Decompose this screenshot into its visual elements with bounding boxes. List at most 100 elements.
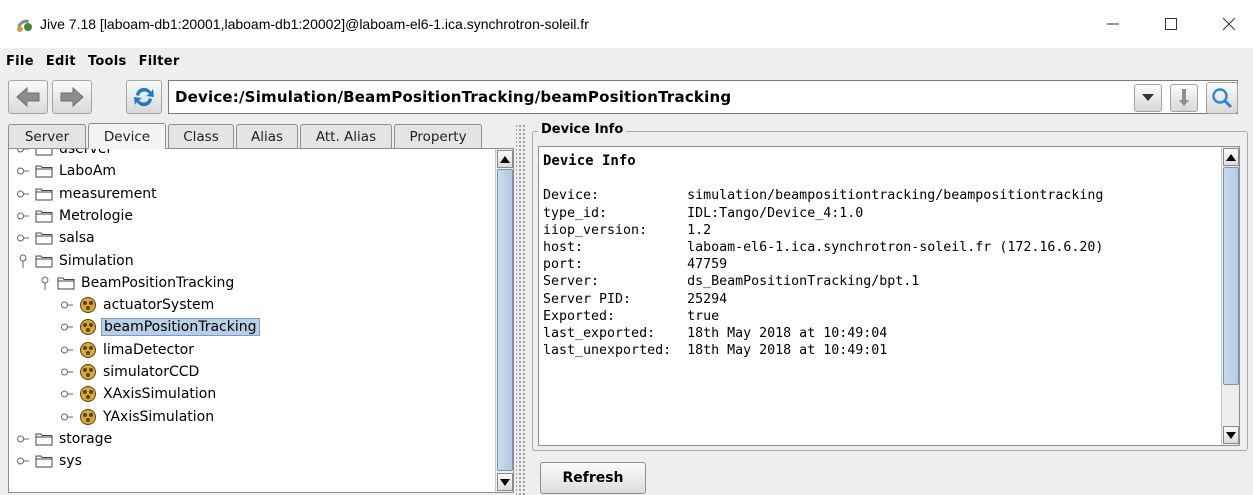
expand-handle-icon[interactable] [61,299,73,311]
tree-item-beampositiontracking[interactable]: BeamPositionTracking [39,272,236,294]
info-field-value: 25294 [687,291,728,307]
expand-handle-icon[interactable] [17,149,29,155]
tree-item-label: BeamPositionTracking [81,274,235,291]
tree-item-beampositiontracking[interactable]: beamPositionTracking [61,316,260,338]
tree-item-sys[interactable]: sys [17,450,84,472]
tab-property[interactable]: Property [394,124,482,148]
folder-icon [35,187,53,201]
info-field-row: last_unexported: 18th May 2018 at 10:49:… [543,342,1219,359]
info-field-row: host: laboam-el6-1.ica.synchrotron-solei… [543,239,1219,256]
back-button[interactable] [8,80,48,114]
info-field-row: last_exported: 18th May 2018 at 10:49:04 [543,325,1219,342]
scroll-up-button[interactable] [497,150,513,168]
tree-scroll-thumb[interactable] [497,169,513,471]
expand-handle-icon[interactable] [17,232,29,244]
device-tree: dserver LaboAm measurement Metrologie salsa S… [9,149,494,492]
expand-handle-icon[interactable] [61,366,73,378]
tree-item-xaxissimulation[interactable]: XAxisSimulation [61,383,218,405]
info-field-value: simulation/beampositiontracking/beamposi… [687,188,1104,204]
expand-handle-icon[interactable] [17,165,29,177]
tab-device-label: Device [103,128,151,145]
path-dropdown-button[interactable] [1134,84,1162,112]
minimize-button[interactable] [1090,0,1136,48]
device-icon [79,363,97,381]
expand-handle-icon[interactable] [61,344,73,356]
info-field-row: Server PID: 25294 [543,291,1219,308]
info-field-key: last_unexported: [543,343,688,359]
info-field-value: 1.2 [687,222,712,238]
tab-server-label: Server [24,128,70,145]
info-scrollbar[interactable] [1221,147,1239,445]
maximize-icon [1165,18,1177,30]
tree-item-storage[interactable]: storage [17,428,114,450]
tree-item-metrologie[interactable]: Metrologie [17,205,135,227]
maximize-button[interactable] [1148,0,1194,48]
tab-att-alias[interactable]: Att. Alias [300,124,392,148]
minimize-icon [1107,23,1119,25]
info-scroll-up-button[interactable] [1223,148,1239,166]
search-button[interactable] [1206,82,1238,114]
go-down-icon [1179,89,1189,106]
device-path-field[interactable]: Device:/Simulation/BeamPositionTracking/… [168,80,1238,114]
info-scroll-thumb[interactable] [1223,167,1239,385]
menu-edit[interactable]: Edit [46,54,76,69]
tree-item-limadetector[interactable]: limaDetector [61,339,196,361]
tree-item-label: XAxisSimulation [103,386,217,403]
tab-device[interactable]: Device [88,123,166,149]
tree-item-actuatorsystem[interactable]: actuatorSystem [61,294,216,316]
tree-scrollbar[interactable] [495,149,513,492]
tab-property-label: Property [409,128,467,145]
refresh-tree-button[interactable] [126,80,162,114]
expand-handle-icon[interactable] [17,210,29,222]
tree-item-yaxissimulation[interactable]: YAxisSimulation [61,406,216,428]
app-icon [17,19,32,32]
go-button[interactable] [1170,84,1198,112]
info-scroll-down-button[interactable] [1223,426,1239,444]
tree-item-laboam[interactable]: LaboAm [17,160,118,182]
expand-handle-icon[interactable] [17,188,29,200]
refresh-button[interactable]: Refresh [540,462,646,494]
device-icon [79,385,97,403]
device-info-text: Device Info Device: simulation/beamposit… [543,153,1219,443]
expand-handle-icon[interactable] [17,455,29,467]
tab-class[interactable]: Class [168,124,234,148]
tab-server[interactable]: Server [8,124,86,148]
tree-item-simulatorccd[interactable]: simulatorCCD [61,361,201,383]
tree-item-label: sys [59,453,82,470]
tab-class-label: Class [183,128,219,145]
expand-handle-icon[interactable] [61,388,73,400]
tree-item-salsa[interactable]: salsa [17,227,97,249]
info-field-key: type_id: [543,205,688,221]
tree-item-simulation[interactable]: Simulation [17,250,136,272]
tree-item-label: LaboAm [59,163,117,180]
tree-item-dserver[interactable]: dserver [17,149,114,160]
scroll-down-button[interactable] [497,473,513,491]
folder-icon [35,149,53,156]
expand-handle-icon[interactable] [61,321,73,333]
forward-button[interactable] [52,80,92,114]
tree-item-label: limaDetector [103,341,194,358]
close-button[interactable] [1206,0,1252,48]
info-field-row: type_id: IDL:Tango/Device_4:1.0 [543,205,1219,222]
tree-item-label: measurement [59,185,157,202]
menu-filter[interactable]: Filter [139,54,180,69]
menu-tools[interactable]: Tools [88,54,127,69]
expand-handle-icon[interactable] [17,433,29,445]
panel-splitter[interactable] [516,124,526,495]
info-field-value: laboam-el6-1.ica.synchrotron-soleil.fr (… [687,240,1104,256]
menu-bar: File Edit Tools Filter [0,49,1253,74]
device-info-text-area[interactable]: Device Info Device: simulation/beamposit… [538,146,1240,446]
info-field-key: host: [543,240,688,256]
expand-handle-icon[interactable] [61,411,73,423]
tree-item-measurement[interactable]: measurement [17,183,159,205]
info-field-row: iiop_version: 1.2 [543,222,1219,239]
info-field-value: 18th May 2018 at 10:49:04 [687,326,888,342]
info-field-row: Exported: true [543,308,1219,325]
info-field-value: 18th May 2018 at 10:49:01 [687,343,888,359]
expand-handle-icon[interactable] [39,276,51,290]
info-field-key: Device: [543,188,688,204]
menu-file[interactable]: File [6,54,34,69]
expand-handle-icon[interactable] [17,254,29,268]
tab-alias[interactable]: Alias [236,124,298,148]
tree-item-label: actuatorSystem [103,297,215,314]
